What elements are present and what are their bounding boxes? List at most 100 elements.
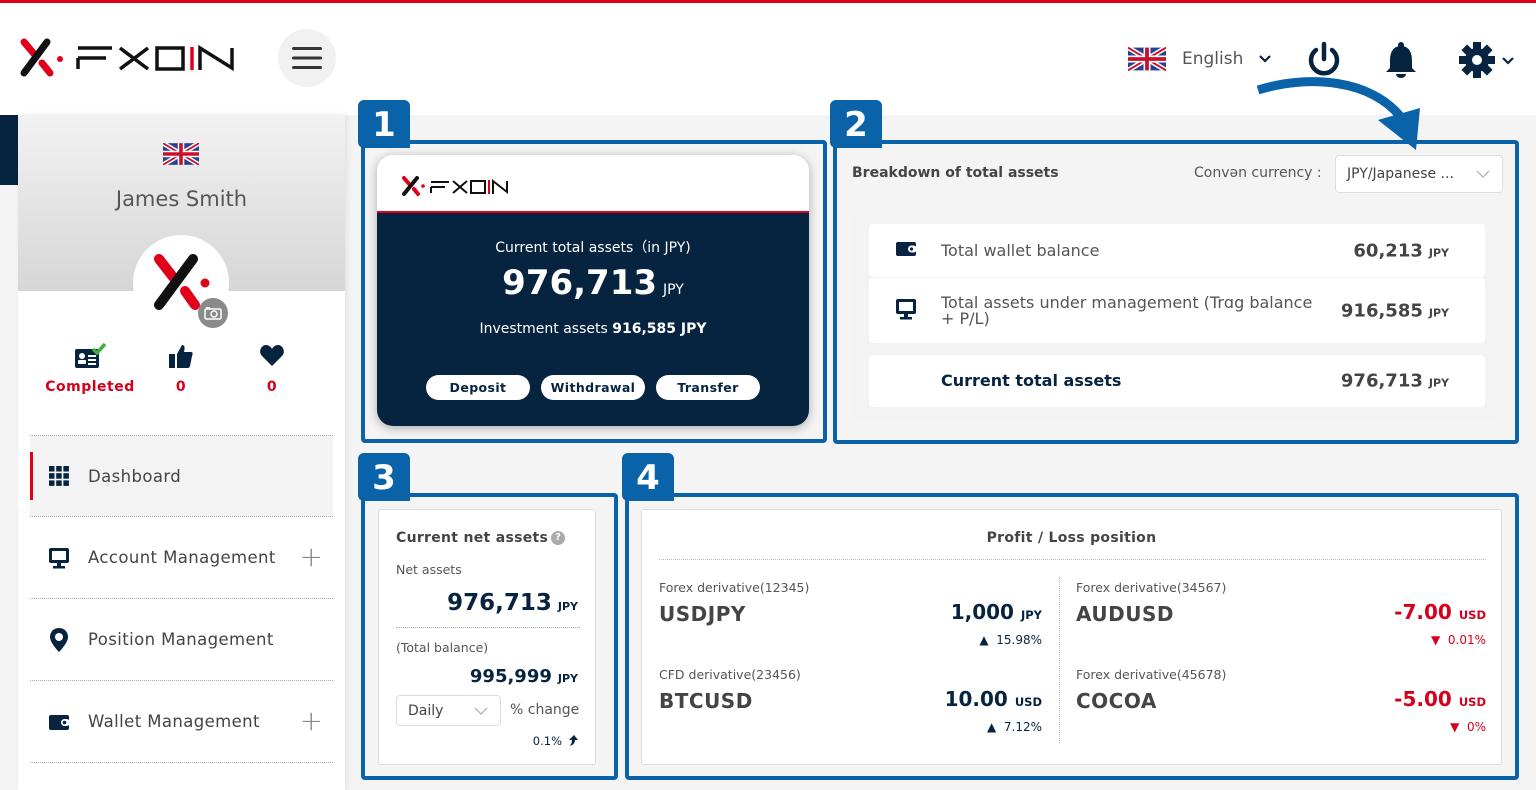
help-icon[interactable]: ? <box>551 531 565 545</box>
breakdown-value: 976,713 JPY <box>1341 371 1449 392</box>
breakdown-label: Current total assets <box>941 371 1122 390</box>
position-amount: 1,000 JPY <box>951 600 1042 624</box>
position-btcusd[interactable]: CFD derivative(23456) BTCUSD 10.00 USD ▲ … <box>659 667 1042 753</box>
total-balance-label: (Total balance) <box>396 640 489 655</box>
sidebar-item-wallet-management[interactable]: Wallet Management + <box>30 681 333 763</box>
callout-badge-4: 4 <box>622 453 674 501</box>
likes-count-value: 0 <box>175 379 187 395</box>
wallet-icon <box>48 711 70 733</box>
deposit-button[interactable]: Deposit <box>426 375 530 400</box>
position-usdjpy[interactable]: Forex derivative(12345) USDJPY 1,000 JPY … <box>659 580 1042 666</box>
breakdown-label: Total wallet balance <box>941 240 1100 260</box>
uk-flag-icon <box>161 141 201 167</box>
sidebar-item-label: Dashboard <box>88 466 182 486</box>
sidebar-nav: Dashboard Account Management + Position … <box>30 435 333 763</box>
total-assets-card: Current total assets（in JPY) 976,713 JPY … <box>377 155 809 426</box>
total-balance-value: 995,999 <box>469 666 552 687</box>
menu-toggle-button[interactable] <box>278 29 336 87</box>
change-value: 0% <box>1466 720 1486 734</box>
position-change: ▲ 15.98% <box>979 633 1042 647</box>
percent-change-value: 0.1% <box>532 734 562 748</box>
position-audusd[interactable]: Forex derivative(34567) AUDUSD -7.00 USD … <box>1076 580 1486 666</box>
amount: 976,713 <box>1340 370 1423 392</box>
amount: 916,585 <box>1340 300 1423 321</box>
sidebar-item-account-management[interactable]: Account Management + <box>30 517 333 599</box>
triangle-down-icon: ▼ <box>1450 720 1460 734</box>
expand-icon[interactable]: + <box>300 707 323 735</box>
unit: JPY <box>557 672 578 685</box>
breakdown-label: Total assets under management (Trɑg bala… <box>941 292 1313 328</box>
chevron-down-icon <box>1476 170 1490 178</box>
position-account: Forex derivative(34567) <box>1076 580 1227 595</box>
position-symbol: AUDUSD <box>1076 602 1174 626</box>
position-symbol: USDJPY <box>659 602 746 626</box>
sidebar-item-position-management[interactable]: Position Management <box>30 599 333 681</box>
callout-badge-3: 3 <box>358 453 410 501</box>
investment-assets-label: Investment assets <box>479 321 608 337</box>
amount: 10.00 <box>944 687 1008 711</box>
percent-change: 0.1% <box>533 734 578 748</box>
settings-button[interactable] <box>1458 41 1520 83</box>
change-photo-button[interactable] <box>198 298 228 328</box>
unit: USD <box>1458 695 1486 709</box>
breakdown-value: 916,585 JPY <box>1341 300 1449 321</box>
profile-flag <box>161 141 201 169</box>
unit: USD <box>1014 695 1042 709</box>
divider <box>659 559 1486 560</box>
unit: JPY <box>1020 608 1042 622</box>
callout-badge-1: 1 <box>358 100 410 148</box>
likes-count[interactable]: 0 <box>131 343 231 395</box>
position-change: ▼ 0% <box>1450 720 1486 734</box>
monitor-icon <box>48 547 70 569</box>
sidebar-item-label: Wallet Management <box>88 712 260 731</box>
sidebar-item-dashboard[interactable]: Dashboard <box>30 435 333 517</box>
fxon-wordmark-icon <box>76 44 234 72</box>
percent-change-label: % change <box>510 702 580 718</box>
fxon-mark-icon <box>20 38 63 77</box>
net-assets-label: Net assets <box>396 562 462 577</box>
divider <box>396 627 580 628</box>
position-account: CFD derivative(23456) <box>659 667 801 682</box>
id-card-check-icon <box>75 342 107 368</box>
fxon-logo-icon <box>402 176 508 196</box>
position-change: ▼ 0.01% <box>1431 633 1486 647</box>
transfer-button[interactable]: Transfer <box>656 375 760 400</box>
breakdown-list: Total wallet balance 60,213 JPY Total ass… <box>851 209 1502 421</box>
language-label: English <box>1182 49 1244 69</box>
thumbs-up-icon <box>169 345 193 368</box>
chevron-down-icon <box>1259 55 1272 63</box>
position-symbol: COCOA <box>1076 689 1157 713</box>
net-assets-value: 976,713 <box>447 590 552 616</box>
heart-icon <box>260 345 284 366</box>
breakdown-row-wallet: Total wallet balance 60,213 JPY <box>869 224 1485 277</box>
withdrawal-button[interactable]: Withdrawal <box>541 375 645 400</box>
position-cocoa[interactable]: Forex derivative(45678) COCOA -5.00 USD ▼… <box>1076 667 1486 753</box>
change-value: 15.98% <box>996 633 1042 647</box>
net-assets-card: Current net assets ? Net assets 976,713 J… <box>378 509 596 765</box>
position-amount: -7.00 USD <box>1394 600 1486 624</box>
conversion-currency-value: JPY/Japanese ... <box>1347 166 1454 182</box>
grid-icon <box>48 465 70 487</box>
unit: JPY <box>1428 376 1449 390</box>
monitor-icon <box>895 298 917 324</box>
language-selector[interactable]: English <box>1128 47 1272 71</box>
hamburger-icon <box>292 47 322 69</box>
camera-icon <box>204 307 222 320</box>
favorites-count[interactable]: 0 <box>222 343 322 395</box>
verification-status[interactable]: Completed <box>40 342 140 395</box>
position-amount: -5.00 USD <box>1394 687 1486 711</box>
profit-loss-card: Profit / Loss position Forex derivative(… <box>641 509 1502 765</box>
triangle-up-icon: ▲ <box>987 720 997 734</box>
expand-icon[interactable]: + <box>300 543 323 571</box>
unit: JPY <box>557 600 578 613</box>
position-account: Forex derivative(12345) <box>659 580 810 595</box>
bell-icon <box>1386 42 1416 78</box>
chevron-down-icon <box>474 707 488 715</box>
breakdown-value: 60,213 JPY <box>1353 240 1449 261</box>
amount: -7.00 <box>1394 600 1452 624</box>
favorites-count-value: 0 <box>266 379 278 395</box>
fxon-logo[interactable] <box>18 37 236 79</box>
net-assets-amount: 976,713 JPY <box>447 590 578 616</box>
period-select[interactable]: Daily <box>396 695 501 726</box>
conversion-currency-select[interactable]: JPY/Japanese ... <box>1335 155 1503 193</box>
